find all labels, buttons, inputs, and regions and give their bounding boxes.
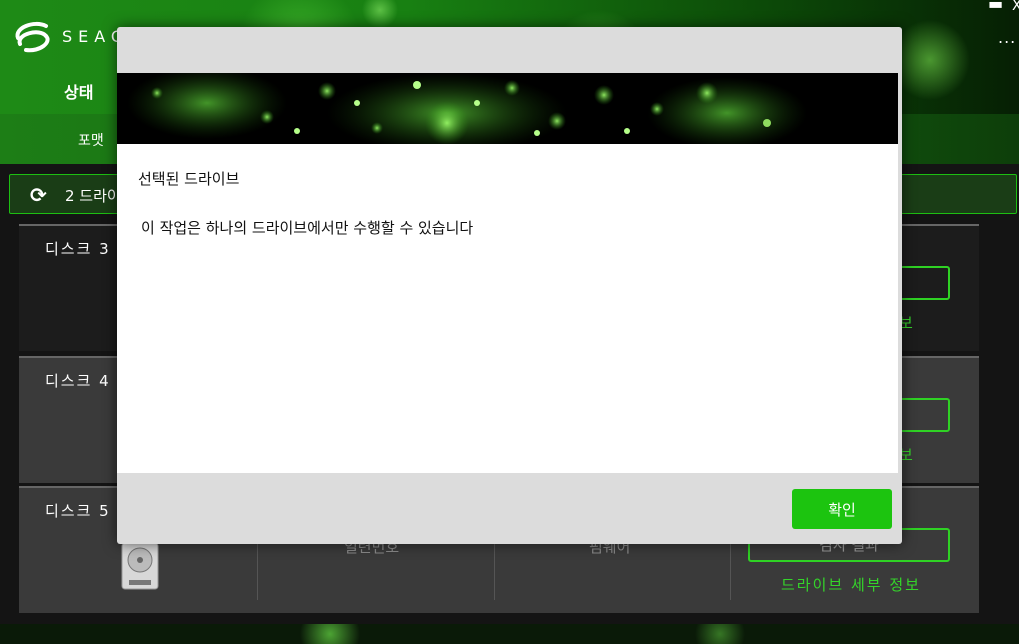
drive-details-link[interactable]: 드라이브 세부 정보 (781, 574, 921, 595)
seagate-logo-icon (15, 21, 50, 53)
window-minimize-button[interactable]: ▬ (988, 0, 1003, 13)
selected-drive-dialog: 선택된 드라이브 이 작업은 하나의 드라이브에서만 수행할 수 있습니다 확인 (117, 27, 902, 544)
bottom-banner (0, 624, 1019, 644)
disk-label: 디스크 5 (45, 502, 111, 520)
refresh-icon[interactable]: ⟳ (30, 183, 47, 207)
disk-label: 디스크 3 (45, 240, 111, 258)
bokeh-banner-image (117, 73, 898, 144)
dialog-message: 이 작업은 하나의 드라이브에서만 수행할 수 있습니다 (141, 219, 474, 237)
more-options-button[interactable]: ... (998, 28, 1016, 47)
dialog-body: 선택된 드라이브 이 작업은 하나의 드라이브에서만 수행할 수 있습니다 (117, 144, 898, 473)
drive-count-text: 2 드라이 (65, 187, 121, 205)
dialog-banner (117, 73, 898, 144)
dialog-title: 선택된 드라이브 (138, 170, 240, 188)
subnav-item-format[interactable]: 포맷 (78, 130, 104, 150)
nav-tab-status[interactable]: 상태 (64, 79, 93, 103)
hard-drive-icon (121, 542, 159, 590)
disk-label: 디스크 4 (45, 372, 111, 390)
window-close-button[interactable]: X (1012, 0, 1019, 14)
ok-button[interactable]: 확인 (792, 489, 892, 529)
